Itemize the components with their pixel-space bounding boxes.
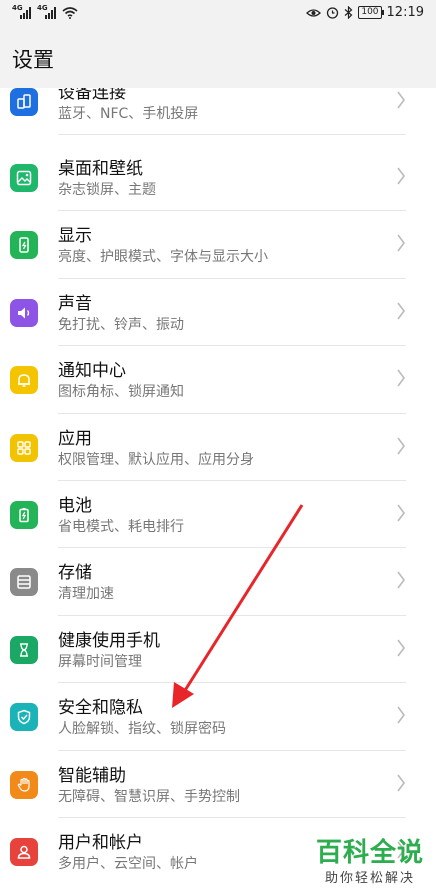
setting-notification-center[interactable]: 通知中心 图标角标、锁屏通知	[0, 346, 436, 414]
chevron-right-icon	[397, 437, 405, 455]
setting-apps[interactable]: 应用 权限管理、默认应用、应用分身	[0, 414, 436, 481]
user-account-icon	[10, 838, 38, 866]
setting-title: 智能辅助	[58, 765, 126, 786]
setting-title: 显示	[58, 226, 92, 247]
chevron-right-icon	[397, 91, 405, 109]
battery-icon	[10, 501, 38, 529]
notification-bell-icon	[10, 366, 38, 395]
setting-subtitle: 权限管理、默认应用、应用分身	[58, 451, 254, 468]
wallpaper-icon	[10, 164, 38, 192]
setting-subtitle: 人脸解锁、指纹、锁屏密码	[58, 721, 226, 738]
setting-wallpaper[interactable]: 桌面和壁纸 杂志锁屏、主题	[0, 144, 436, 212]
setting-battery[interactable]: 电池 省电模式、耗电排行	[0, 481, 436, 549]
setting-subtitle: 多用户、云空间、帐户	[58, 856, 198, 872]
setting-subtitle: 图标角标、锁屏通知	[58, 384, 184, 401]
chevron-right-icon	[397, 774, 405, 792]
bluetooth-icon	[344, 6, 353, 19]
signal-strength-icon: 4G	[12, 4, 31, 19]
chevron-right-icon	[397, 504, 405, 522]
chevron-right-icon	[397, 571, 405, 589]
setting-device-connection[interactable]: 设备连接 蓝牙、NFC、手机投屏	[0, 88, 436, 136]
battery-indicator: 100	[358, 6, 384, 19]
setting-subtitle: 清理加速	[58, 586, 114, 603]
chevron-right-icon	[397, 706, 405, 724]
divider	[58, 134, 406, 136]
setting-title: 存储	[58, 563, 92, 584]
hourglass-icon	[10, 635, 38, 664]
setting-subtitle: 免打扰、铃声、振动	[58, 316, 184, 333]
chevron-right-icon	[397, 167, 405, 185]
sound-icon	[10, 298, 38, 327]
setting-subtitle: 亮度、护眼模式、字体与显示大小	[58, 249, 268, 266]
eye-comfort-icon	[306, 8, 322, 17]
display-icon	[10, 231, 38, 260]
alarm-icon	[327, 7, 339, 19]
watermark-main: 百科全说	[315, 838, 424, 868]
setting-subtitle: 省电模式、耗电排行	[58, 519, 184, 535]
setting-security-privacy[interactable]: 安全和隐私 人脸解锁、指纹、锁屏密码	[0, 683, 436, 751]
signal-strength-icon: 4G	[37, 4, 56, 19]
wifi-icon	[62, 7, 78, 19]
chevron-right-icon	[397, 369, 405, 387]
setting-title: 用户和帐户	[58, 833, 143, 853]
setting-title: 通知中心	[58, 361, 126, 382]
setting-title: 应用	[58, 428, 92, 449]
chevron-right-icon	[397, 302, 405, 320]
status-bar: 4G 4G 100 12:19	[0, 0, 436, 28]
setting-smart-assistance[interactable]: 智能辅助 无障碍、智慧识屏、手势控制	[0, 751, 436, 818]
chevron-right-icon	[397, 639, 405, 657]
hand-icon	[10, 770, 38, 799]
setting-subtitle: 屏幕时间管理	[58, 653, 142, 670]
page-title: 设置	[12, 48, 54, 72]
setting-title: 声音	[58, 293, 92, 314]
setting-display[interactable]: 显示 亮度、护眼模式、字体与显示大小	[0, 211, 436, 279]
clock: 12:19	[386, 5, 424, 20]
device-connect-icon	[10, 88, 38, 116]
setting-subtitle: 无障碍、智慧识屏、手势控制	[58, 788, 240, 805]
watermark-sub: 助你轻松解决	[324, 871, 415, 886]
storage-icon	[10, 568, 38, 597]
setting-title: 健康使用手机	[58, 630, 160, 651]
setting-title: 安全和隐私	[58, 698, 143, 719]
setting-title: 电池	[58, 496, 92, 516]
setting-subtitle: 蓝牙、NFC、手机投屏	[58, 106, 199, 122]
setting-storage[interactable]: 存储 清理加速	[0, 548, 436, 616]
apps-grid-icon	[10, 433, 38, 462]
watermark-logo: 百科全说 助你轻松解决	[316, 832, 424, 886]
setting-digital-balance[interactable]: 健康使用手机 屏幕时间管理	[0, 616, 436, 684]
setting-title: 桌面和壁纸	[58, 159, 143, 179]
settings-list: 设备连接 蓝牙、NFC、手机投屏 桌面和壁纸 杂志锁屏、主题 显示 亮度、护眼模…	[0, 88, 436, 894]
setting-title: 设备连接	[58, 88, 126, 103]
setting-subtitle: 杂志锁屏、主题	[58, 182, 156, 198]
setting-sound[interactable]: 声音 免打扰、铃声、振动	[0, 279, 436, 347]
chevron-right-icon	[397, 234, 405, 252]
shield-icon	[10, 703, 38, 732]
